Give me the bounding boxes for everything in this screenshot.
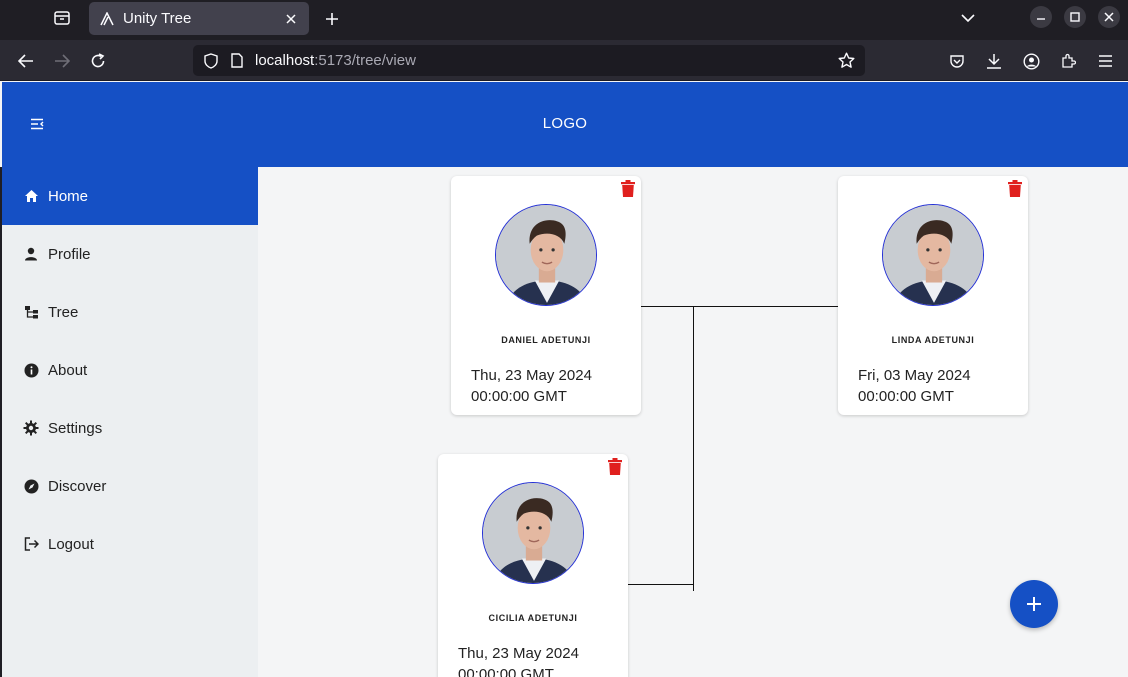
bookmark-star-icon[interactable] (837, 52, 855, 70)
tree-canvas: DANIEL ADETUNJI Thu, 23 May 2024 00:00:0… (258, 167, 1128, 677)
sidebar-item-settings[interactable]: Settings (2, 399, 258, 457)
sidebar-item-label: Logout (48, 535, 94, 553)
sidebar: Home Profile Tree About Settings Discove… (0, 167, 258, 677)
minimize-icon[interactable] (1030, 6, 1052, 28)
sidebar-item-label: Discover (48, 477, 107, 495)
chevron-down-icon[interactable] (958, 9, 978, 27)
browser-tab[interactable]: Unity Tree (89, 2, 309, 35)
connector-line (641, 306, 838, 307)
sidebar-item-discover[interactable]: Discover (2, 457, 258, 515)
home-icon (22, 187, 40, 205)
reload-icon[interactable] (87, 50, 109, 72)
member-card[interactable]: DANIEL ADETUNJI Thu, 23 May 2024 00:00:0… (451, 176, 641, 415)
connector-line (693, 306, 694, 591)
tree-icon (22, 303, 40, 321)
sidebar-item-about[interactable]: About (2, 341, 258, 399)
app-header: LOGO (2, 82, 1128, 167)
shield-icon[interactable] (203, 52, 219, 69)
close-tab-icon[interactable] (283, 11, 299, 27)
download-icon[interactable] (983, 50, 1005, 72)
tab-title: Unity Tree (123, 10, 192, 27)
new-tab-icon[interactable] (320, 8, 344, 30)
member-date: Thu, 23 May 2024 00:00:00 GMT (458, 645, 579, 677)
member-date: Fri, 03 May 2024 00:00:00 GMT (858, 367, 971, 405)
trash-icon[interactable] (621, 180, 635, 197)
avatar (495, 204, 597, 306)
member-name: CICILIA ADETUNJI (488, 613, 578, 623)
forward-icon[interactable] (51, 50, 73, 72)
back-icon[interactable] (15, 50, 37, 72)
trash-icon[interactable] (608, 458, 622, 475)
url-bar[interactable]: localhost:5173/tree/view (193, 45, 865, 76)
sidebar-item-home[interactable]: Home (2, 167, 258, 225)
browser-nav-bar: localhost:5173/tree/view (0, 40, 1128, 81)
sidebar-item-label: About (48, 361, 88, 379)
plus-icon (1027, 597, 1041, 611)
sidebar-item-tree[interactable]: Tree (2, 283, 258, 341)
close-window-icon[interactable] (1098, 6, 1120, 28)
firefox-view-icon[interactable] (50, 8, 74, 28)
compass-icon (22, 477, 40, 495)
account-icon[interactable] (1020, 50, 1042, 72)
member-name: DANIEL ADETUNJI (501, 335, 591, 345)
sidebar-item-label: Tree (48, 303, 79, 321)
sidebar-item-logout[interactable]: Logout (2, 515, 258, 573)
pocket-icon[interactable] (946, 50, 968, 72)
app-favicon-icon (99, 11, 115, 27)
connector-line (628, 584, 694, 585)
sidebar-item-label: Profile (48, 245, 91, 263)
sidebar-item-label: Home (48, 187, 89, 205)
avatar (482, 482, 584, 584)
hamburger-menu-icon[interactable] (1094, 50, 1116, 72)
member-name: LINDA ADETUNJI (891, 335, 975, 345)
avatar (882, 204, 984, 306)
member-date: Thu, 23 May 2024 00:00:00 GMT (471, 367, 592, 405)
sidebar-item-profile[interactable]: Profile (2, 225, 258, 283)
browser-tab-bar: Unity Tree (0, 0, 1128, 40)
add-member-button[interactable] (1010, 580, 1058, 628)
logo[interactable]: LOGO (2, 115, 1128, 132)
url-text[interactable]: localhost:5173/tree/view (255, 52, 837, 69)
person-icon (22, 245, 40, 263)
maximize-icon[interactable] (1064, 6, 1086, 28)
info-icon (22, 361, 40, 379)
gear-icon (22, 419, 40, 437)
sidebar-item-label: Settings (48, 419, 103, 437)
extensions-icon[interactable] (1057, 50, 1079, 72)
page-icon (229, 53, 245, 69)
logout-icon (22, 535, 40, 553)
trash-icon[interactable] (1008, 180, 1022, 197)
member-card[interactable]: LINDA ADETUNJI Fri, 03 May 2024 00:00:00… (838, 176, 1028, 415)
member-card[interactable]: CICILIA ADETUNJI Thu, 23 May 2024 00:00:… (438, 454, 628, 677)
